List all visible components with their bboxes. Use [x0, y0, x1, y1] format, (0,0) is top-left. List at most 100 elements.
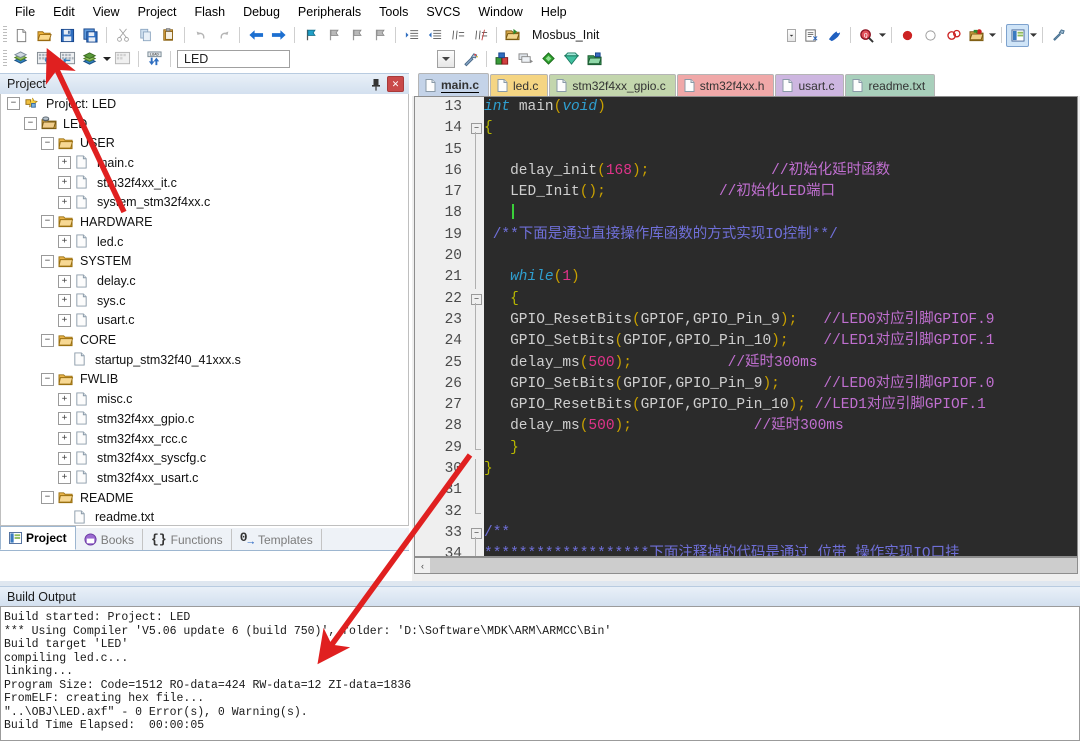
editor-tab-usart-c[interactable]: usart.c: [775, 74, 845, 96]
fold-column[interactable]: − − −: [468, 97, 484, 556]
undo-icon[interactable]: [189, 24, 212, 47]
tree-item[interactable]: readme.txt: [1, 507, 408, 525]
tree-toggle-minus-icon[interactable]: −: [41, 136, 54, 150]
project-tree[interactable]: − Project: LED − LED − USER + main.c + stm32f4xx_…: [0, 94, 409, 526]
code-line[interactable]: GPIO_ResetBits(GPIOF,GPIO_Pin_10); //LED…: [484, 395, 1077, 416]
tree-item[interactable]: + stm32f4xx_rcc.c: [1, 429, 408, 449]
code-line[interactable]: {: [484, 289, 1077, 310]
fold-marker[interactable]: [468, 416, 484, 438]
fold-marker[interactable]: [468, 182, 484, 204]
tree-item[interactable]: − HARDWARE: [1, 212, 408, 232]
uncomment-icon[interactable]: [469, 24, 492, 47]
save-icon[interactable]: [56, 24, 79, 47]
fold-marker[interactable]: [468, 97, 484, 118]
build-toolbar-grip[interactable]: [3, 50, 7, 68]
fold-marker[interactable]: [468, 544, 484, 556]
manage-dropdown-icon[interactable]: [988, 25, 997, 46]
tree-toggle-plus-icon[interactable]: +: [58, 471, 71, 485]
download-icon[interactable]: LOAD: [143, 48, 166, 71]
indent-icon[interactable]: [400, 24, 423, 47]
code-line[interactable]: [484, 502, 1077, 523]
tree-item[interactable]: + stm32f4xx_syscfg.c: [1, 448, 408, 468]
fold-marker[interactable]: −: [468, 523, 484, 545]
tree-item[interactable]: + system_stm32f4xx.c: [1, 192, 408, 212]
translate-icon[interactable]: [10, 48, 33, 71]
batch-build-dropdown-icon[interactable]: [102, 49, 111, 70]
tree-toggle-minus-icon[interactable]: −: [41, 333, 54, 347]
menu-item-help[interactable]: Help: [532, 2, 576, 22]
project-tab-functions[interactable]: {} Functions: [143, 529, 232, 550]
bookmark-toggle-icon[interactable]: [299, 24, 322, 47]
scroll-left-icon[interactable]: ‹: [415, 558, 430, 573]
manage-components-icon[interactable]: [965, 24, 988, 47]
fold-marker[interactable]: [468, 139, 484, 161]
fold-marker[interactable]: [468, 267, 484, 289]
find-in-files-icon[interactable]: Q: [855, 24, 878, 47]
rebuild-icon[interactable]: [56, 48, 79, 71]
tree-item[interactable]: + stm32f4xx_it.c: [1, 173, 408, 193]
menu-item-file[interactable]: File: [6, 2, 44, 22]
batch-build-icon[interactable]: [79, 48, 102, 71]
paste-icon[interactable]: [157, 24, 180, 47]
copy-icon[interactable]: [134, 24, 157, 47]
editor-tab-readme-txt[interactable]: readme.txt: [845, 74, 936, 96]
stop-build-icon[interactable]: [111, 48, 134, 71]
target-selector[interactable]: LED: [177, 50, 290, 68]
fold-marker[interactable]: −: [468, 289, 484, 310]
tree-toggle-plus-icon[interactable]: +: [58, 313, 71, 327]
fold-marker[interactable]: [468, 331, 484, 353]
tree-item[interactable]: − SYSTEM: [1, 252, 408, 272]
load-app-icon[interactable]: [800, 24, 823, 47]
insert-breakpoint-icon[interactable]: [896, 24, 919, 47]
tree-toggle-minus-icon[interactable]: −: [41, 491, 54, 505]
code-line[interactable]: }: [484, 438, 1077, 459]
tree-item[interactable]: − LED: [1, 114, 408, 134]
code-line[interactable]: [484, 203, 1077, 224]
code-line[interactable]: while(1): [484, 267, 1077, 288]
editor-tab-stm32f4xx-h[interactable]: stm32f4xx.h: [676, 74, 775, 96]
fold-marker[interactable]: [468, 437, 484, 459]
code-line[interactable]: *******************下面注释掉的代码是通过 位带 操作实现IO…: [484, 544, 1077, 556]
tree-toggle-plus-icon[interactable]: +: [58, 156, 71, 170]
code-line[interactable]: [484, 480, 1077, 501]
fold-marker[interactable]: [468, 352, 484, 374]
code-line[interactable]: GPIO_SetBits(GPIOF,GPIO_Pin_10); //LED1对…: [484, 331, 1077, 352]
tree-toggle-plus-icon[interactable]: +: [58, 392, 71, 406]
project-tab-books[interactable]: Books: [76, 529, 144, 550]
tree-toggle-plus-icon[interactable]: +: [58, 451, 71, 465]
editor-horizontal-scrollbar[interactable]: ‹: [414, 557, 1078, 574]
redo-icon[interactable]: [212, 24, 235, 47]
tree-toggle-plus-icon[interactable]: +: [58, 235, 71, 249]
navigate-forward-icon[interactable]: [267, 24, 290, 47]
tree-item[interactable]: − Project: LED: [1, 94, 408, 114]
save-all-icon[interactable]: [79, 24, 102, 47]
tree-item[interactable]: + led.c: [1, 232, 408, 252]
bookmark-next-icon[interactable]: [345, 24, 368, 47]
tree-item[interactable]: startup_stm32f40_41xxx.s: [1, 350, 408, 370]
pack-installer-icon[interactable]: [560, 48, 583, 71]
fold-marker[interactable]: [468, 459, 484, 481]
pack-manager-icon[interactable]: [583, 48, 606, 71]
tree-item[interactable]: + sys.c: [1, 291, 408, 311]
code-line[interactable]: delay_init(168); //初始化延时函数: [484, 161, 1077, 182]
editor-tab-stm32f4xx-gpio-c[interactable]: stm32f4xx_gpio.c: [549, 74, 676, 96]
tree-toggle-plus-icon[interactable]: +: [58, 195, 71, 209]
manage-run-time-env-icon[interactable]: [537, 48, 560, 71]
configure-icon[interactable]: [1047, 24, 1070, 47]
fold-marker[interactable]: [468, 160, 484, 183]
disable-breakpoint-icon[interactable]: [919, 24, 942, 47]
menu-item-svcs[interactable]: SVCS: [417, 2, 469, 22]
project-window-dropdown-icon[interactable]: [1029, 25, 1038, 46]
tree-toggle-plus-icon[interactable]: +: [58, 176, 71, 190]
tree-item[interactable]: + main.c: [1, 153, 408, 173]
comment-icon[interactable]: [446, 24, 469, 47]
new-file-icon[interactable]: [10, 24, 33, 47]
close-icon[interactable]: ✕: [387, 76, 404, 92]
code-line[interactable]: }: [484, 459, 1077, 480]
kill-all-breakpoints-icon[interactable]: [942, 24, 965, 47]
tree-toggle-plus-icon[interactable]: +: [58, 412, 71, 426]
menu-item-edit[interactable]: Edit: [44, 2, 84, 22]
target-options-icon[interactable]: [459, 48, 482, 71]
fold-collapse-icon[interactable]: −: [471, 123, 482, 135]
code-line[interactable]: LED_Init(); //初始化LED端口: [484, 182, 1077, 203]
